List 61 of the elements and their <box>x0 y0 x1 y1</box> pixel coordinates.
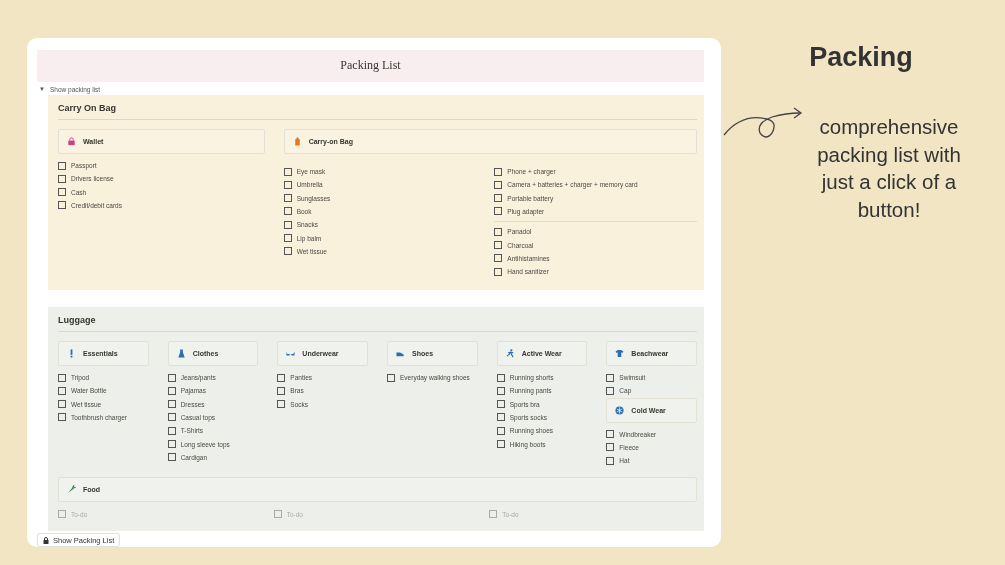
runner-icon <box>505 348 515 358</box>
checkbox[interactable] <box>496 386 505 395</box>
checkbox[interactable] <box>167 413 176 422</box>
checkbox[interactable] <box>606 443 615 452</box>
checkbox[interactable] <box>606 430 615 439</box>
checkbox[interactable] <box>489 510 498 519</box>
checkbox[interactable] <box>167 453 176 462</box>
checkbox[interactable] <box>496 400 505 409</box>
side-description: comprehensive packing list with just a click of a button! <box>816 114 962 223</box>
checkbox[interactable] <box>283 194 292 203</box>
checkbox[interactable] <box>494 167 503 176</box>
checkbox[interactable] <box>494 267 503 276</box>
lock-icon <box>43 536 49 544</box>
checkbox[interactable] <box>283 180 292 189</box>
checkbox[interactable] <box>606 373 615 382</box>
checkbox[interactable] <box>58 386 66 395</box>
checkbox[interactable] <box>167 386 176 395</box>
checkbox[interactable] <box>283 220 292 229</box>
checkbox[interactable] <box>387 373 395 382</box>
checkbox[interactable] <box>496 440 505 449</box>
checkbox[interactable] <box>494 227 503 236</box>
checkbox[interactable] <box>494 254 503 263</box>
checkbox[interactable] <box>58 174 66 183</box>
checkbox[interactable] <box>167 426 176 435</box>
checkbox[interactable] <box>58 373 66 382</box>
checkbox[interactable] <box>58 201 66 210</box>
section-title: Luggage <box>58 312 697 332</box>
dress-icon <box>176 348 186 358</box>
checkbox[interactable] <box>494 207 503 216</box>
checkbox[interactable] <box>496 373 505 382</box>
checkbox[interactable] <box>277 386 286 395</box>
checkbox[interactable] <box>58 161 66 170</box>
checkbox[interactable] <box>494 194 503 203</box>
checkbox[interactable] <box>277 373 286 382</box>
checkbox[interactable] <box>283 207 292 216</box>
checkbox[interactable] <box>496 426 505 435</box>
checkbox[interactable] <box>273 510 282 519</box>
checkbox[interactable] <box>167 400 176 409</box>
checkbox[interactable] <box>277 400 286 409</box>
checkbox[interactable] <box>58 400 66 409</box>
checkbox[interactable] <box>283 167 292 176</box>
checkbox[interactable] <box>283 234 292 242</box>
checkbox[interactable] <box>283 247 292 256</box>
checkbox[interactable] <box>494 241 503 249</box>
carrot-icon <box>67 485 76 495</box>
bag-icon <box>292 136 302 146</box>
snowflake-icon <box>615 405 625 415</box>
checkbox[interactable] <box>167 440 176 449</box>
side-heading: Packing <box>809 42 913 73</box>
checkbox[interactable] <box>496 413 505 422</box>
checkbox[interactable] <box>58 510 66 519</box>
section-title: Carry On Bag <box>58 100 697 120</box>
checkbox[interactable] <box>58 413 66 422</box>
page-title: Packing List <box>37 50 704 82</box>
shirt-icon <box>615 348 625 358</box>
lock-icon <box>67 136 76 146</box>
checkbox[interactable] <box>606 456 615 465</box>
checkbox[interactable] <box>167 373 176 382</box>
checkbox[interactable] <box>58 188 66 197</box>
checkbox[interactable] <box>494 180 503 189</box>
checkbox[interactable] <box>606 386 615 395</box>
